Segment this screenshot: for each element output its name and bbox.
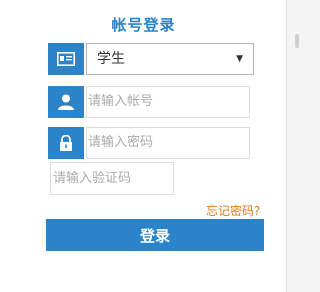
- password-row: 请输入密码: [48, 127, 254, 159]
- login-button[interactable]: 登录: [46, 219, 264, 251]
- username-row: 请输入帐号: [48, 86, 254, 118]
- username-input[interactable]: 请输入帐号: [86, 86, 250, 118]
- user-icon: [48, 86, 84, 118]
- captcha-input[interactable]: 请输入验证码: [50, 162, 174, 195]
- forgot-password-link[interactable]: 忘记密码?: [206, 202, 260, 219]
- scrollbar-thumb[interactable]: [295, 34, 299, 48]
- id-card-icon: [48, 43, 84, 75]
- lock-icon: [48, 127, 84, 159]
- chevron-down-icon: ▼: [236, 54, 243, 64]
- login-panel: 帐号登录 学生 ▼ 请输入帐号 请输入密码 请输入验证码 忘记密码? 登录: [0, 0, 287, 292]
- role-row: 学生 ▼: [48, 43, 256, 75]
- role-select[interactable]: 学生 ▼: [86, 43, 254, 75]
- password-input[interactable]: 请输入密码: [86, 127, 250, 159]
- role-select-value: 学生: [97, 51, 125, 67]
- login-title: 帐号登录: [111, 16, 176, 34]
- scrollbar[interactable]: [291, 0, 302, 292]
